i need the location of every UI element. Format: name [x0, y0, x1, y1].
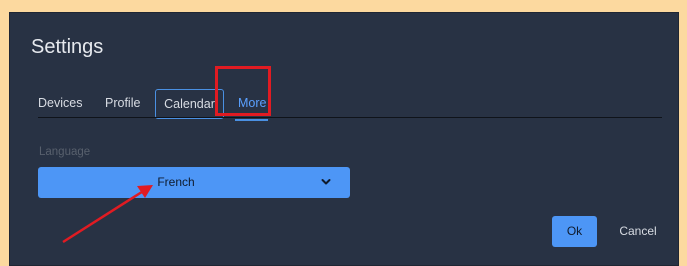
annotation-arrow-icon: [62, 185, 153, 244]
active-tab-indicator: [235, 119, 268, 121]
tab-devices[interactable]: Devices: [38, 89, 82, 119]
ok-button[interactable]: Ok: [552, 216, 597, 247]
tabs-divider: [38, 117, 662, 118]
highlight-box: [215, 66, 271, 116]
language-label: Language: [39, 146, 91, 158]
dialog-title: Settings: [31, 36, 104, 58]
chevron-down-icon: [321, 179, 331, 185]
cancel-button[interactable]: Cancel: [613, 216, 663, 247]
tab-calendar[interactable]: Calendar: [155, 89, 224, 119]
tab-profile[interactable]: Profile: [105, 89, 140, 119]
